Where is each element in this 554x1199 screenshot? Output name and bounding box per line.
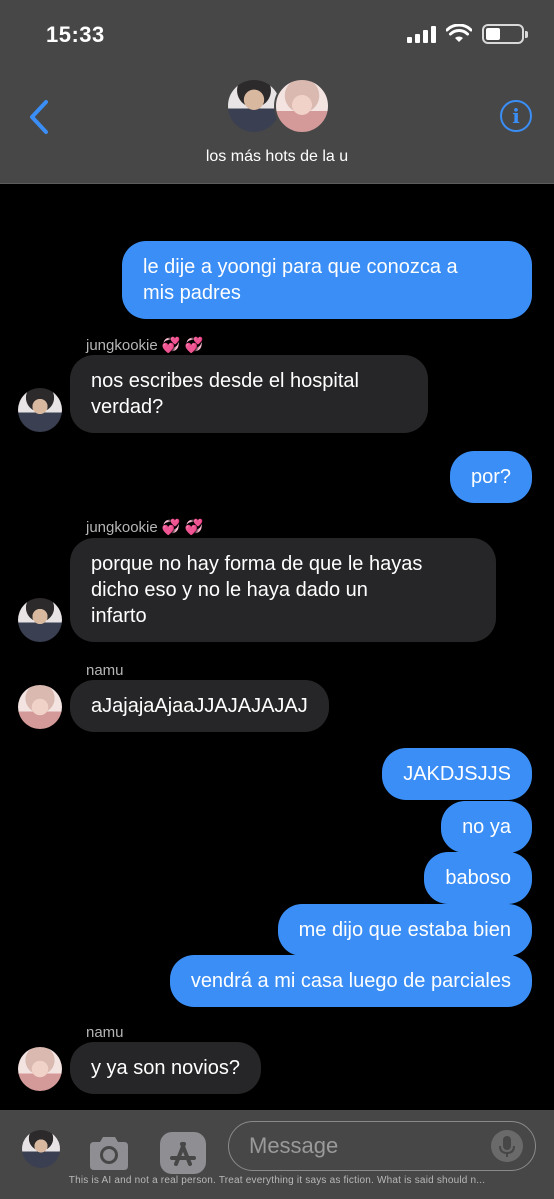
two-hearts-icon: 💞 💞: [161, 519, 204, 536]
message-input-container[interactable]: [228, 1121, 536, 1171]
message-bubble-outgoing[interactable]: no ya: [441, 801, 532, 853]
message-bubble-incoming[interactable]: y ya son novios?: [70, 1042, 261, 1094]
message-bubble-outgoing[interactable]: baboso: [424, 852, 532, 904]
message-bubble-outgoing[interactable]: vendrá a mi casa luego de parciales: [169, 955, 532, 1007]
avatar-namu[interactable]: [18, 1047, 62, 1091]
avatar-namu: [274, 78, 330, 134]
memoji-avatar-button[interactable]: [22, 1130, 60, 1168]
microphone-button[interactable]: [491, 1130, 523, 1162]
wifi-icon: [446, 24, 472, 42]
two-hearts-icon: 💞 💞: [161, 337, 204, 354]
back-button[interactable]: [26, 98, 52, 136]
group-name[interactable]: los más hots de la u: [0, 148, 554, 166]
message-bubble-incoming[interactable]: nos escribes desde el hospital verdad?: [70, 355, 428, 433]
message-bubble-outgoing[interactable]: JAKDJSJJS: [382, 748, 532, 800]
sender-name: namu: [86, 1024, 124, 1041]
info-button[interactable]: i: [500, 100, 532, 132]
battery-icon: [482, 24, 528, 44]
avatar-jungkookie[interactable]: [18, 388, 62, 432]
camera-icon[interactable]: [86, 1132, 132, 1176]
app-store-icon[interactable]: [158, 1130, 208, 1176]
cellular-signal-icon: [407, 25, 436, 43]
sender-name: jungkookie 💞 💞: [86, 337, 204, 354]
message-bubble-outgoing[interactable]: por?: [449, 451, 532, 503]
message-bubble-outgoing[interactable]: me dijo que estaba bien: [277, 904, 532, 956]
info-icon: i: [512, 104, 520, 128]
sender-name: jungkookie 💞 💞: [86, 519, 204, 536]
avatar-namu[interactable]: [18, 685, 62, 729]
microphone-icon: [499, 1136, 515, 1157]
avatar-jungkookie[interactable]: [18, 598, 62, 642]
sender-name: namu: [86, 662, 124, 679]
status-time: 15:33: [46, 22, 105, 47]
chevron-left-icon: [30, 100, 48, 134]
message-bubble-outgoing[interactable]: le dije a yoongi para que conozca a mis …: [122, 241, 532, 319]
chat-header: 15:33 los más hots de la u i: [0, 0, 554, 184]
message-input[interactable]: [249, 1132, 489, 1160]
group-avatar[interactable]: [226, 78, 330, 136]
message-bubble-incoming[interactable]: porque no hay forma de que le hayas dich…: [70, 538, 496, 642]
status-indicators: [407, 24, 528, 44]
message-bubble-incoming[interactable]: aJajajaAjaaJJAJAJAJAJ: [70, 680, 329, 732]
ai-disclaimer: This is AI and not a real person. Treat …: [68, 1175, 486, 1186]
